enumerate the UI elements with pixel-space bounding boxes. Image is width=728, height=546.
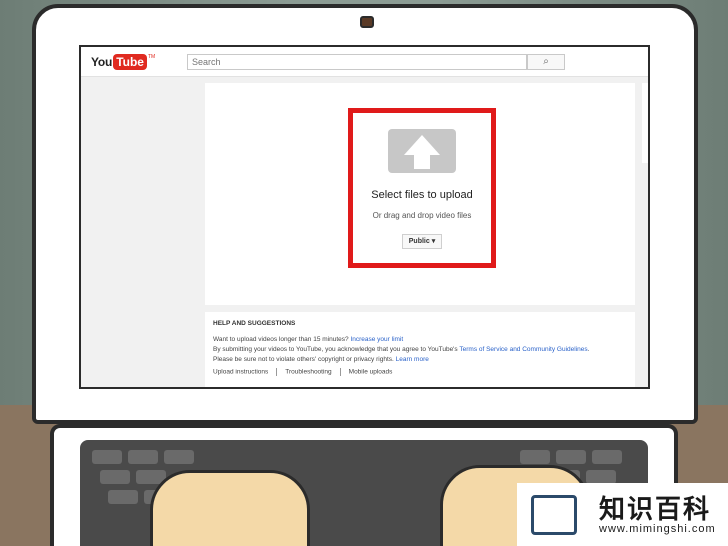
privacy-value: Public <box>408 238 430 245</box>
help-panel: HELP AND SUGGESTIONS Want to upload vide… <box>205 312 635 387</box>
privacy-dropdown[interactable]: Public ▾ <box>402 234 442 249</box>
youtube-logo[interactable]: You Tube TM <box>91 54 155 70</box>
key <box>586 470 616 484</box>
book-icon <box>531 495 577 535</box>
watermark-url: www.mimingshi.com <box>599 523 716 535</box>
left-hand <box>150 470 310 546</box>
key <box>108 490 138 504</box>
mobile-uploads-link[interactable]: Mobile uploads <box>349 369 393 376</box>
logo-tube: Tube <box>113 54 147 70</box>
increase-limit-link[interactable]: Increase your limit <box>350 336 403 343</box>
logo-tm: TM <box>147 54 156 60</box>
right-panel-edge <box>642 83 648 163</box>
help-line-1-text: Want to upload videos longer than 15 min… <box>213 336 351 343</box>
troubleshooting-link[interactable]: Troubleshooting <box>285 369 331 376</box>
upload-panel: Select files to upload Or drag and drop … <box>205 83 635 305</box>
key <box>164 450 194 464</box>
key <box>92 450 122 464</box>
link-divider <box>339 368 341 376</box>
help-links: Upload instructions Troubleshooting Mobile… <box>213 368 392 376</box>
terms-link[interactable]: Terms of Service and Community Guideline… <box>459 346 587 353</box>
help-line-2: By submitting your videos to YouTube, yo… <box>213 346 589 353</box>
watermark: 知识百科 www.mimingshi.com <box>517 483 728 546</box>
upload-arrow-icon[interactable] <box>388 129 456 173</box>
webcam-icon <box>360 16 374 28</box>
laptop-screen: You Tube TM ⌕ Select files to upload Or … <box>79 45 650 389</box>
caret-down-icon: ▾ <box>431 238 436 245</box>
search-button[interactable]: ⌕ <box>527 54 565 70</box>
upload-instructions-link[interactable]: Upload instructions <box>213 369 268 376</box>
key <box>592 450 622 464</box>
key <box>556 450 586 464</box>
help-line-2-end: . <box>587 346 590 353</box>
upload-highlight-box: Select files to upload Or drag and drop … <box>348 108 496 268</box>
link-divider <box>276 368 278 376</box>
drag-drop-hint: Or drag and drop video files <box>372 211 472 220</box>
learn-more-link[interactable]: Learn more <box>396 356 429 363</box>
select-files-label[interactable]: Select files to upload <box>353 189 491 201</box>
key <box>128 450 158 464</box>
logo-you: You <box>91 55 113 69</box>
search-icon: ⌕ <box>543 56 549 67</box>
help-line-1: Want to upload videos longer than 15 min… <box>213 336 403 343</box>
help-line-3: Please be sure not to violate others' co… <box>213 356 429 363</box>
watermark-title: 知识百科 <box>599 494 712 524</box>
help-line-3-text: Please be sure not to violate others' co… <box>213 356 396 363</box>
help-heading: HELP AND SUGGESTIONS <box>213 320 296 327</box>
key <box>100 470 130 484</box>
key <box>520 450 550 464</box>
search-input[interactable] <box>187 54 527 70</box>
top-bar: You Tube TM ⌕ <box>81 47 648 77</box>
help-line-2-text: By submitting your videos to YouTube, yo… <box>213 346 460 353</box>
